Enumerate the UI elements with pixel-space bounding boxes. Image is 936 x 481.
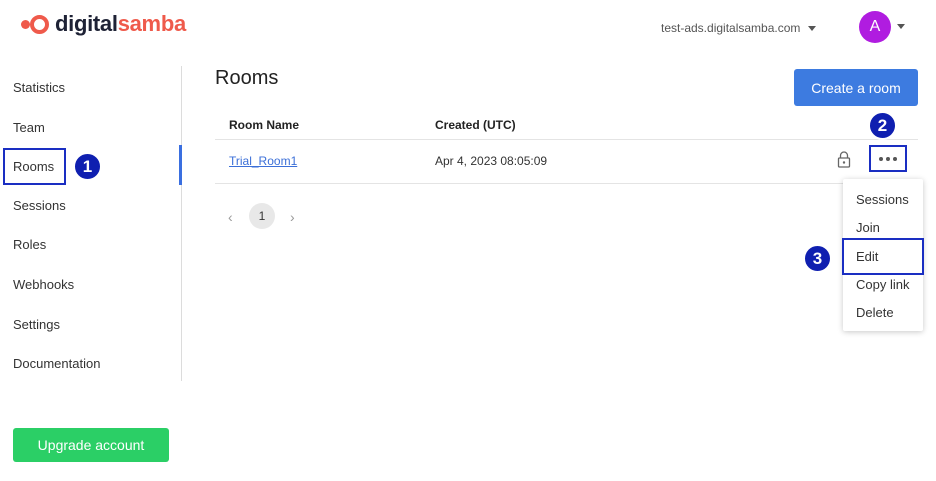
- row-actions-button[interactable]: [869, 145, 907, 172]
- page-title: Rooms: [215, 67, 279, 89]
- sidebar-item-statistics[interactable]: Statistics: [13, 80, 65, 95]
- sidebar-item-team[interactable]: Team: [13, 120, 45, 135]
- more-dots-icon: [879, 156, 883, 161]
- sidebar-item-webhooks[interactable]: Webhooks: [13, 277, 74, 292]
- sidebar-item-roles[interactable]: Roles: [13, 237, 46, 252]
- logo-text-part1: digital: [55, 11, 118, 36]
- menu-item-join[interactable]: Join: [856, 220, 880, 235]
- menu-item-sessions[interactable]: Sessions: [856, 192, 909, 207]
- pagination-prev[interactable]: ‹: [228, 209, 233, 225]
- logo-text: digitalsamba: [55, 11, 186, 37]
- chevron-down-icon: [808, 25, 817, 31]
- brand-logo[interactable]: digitalsamba: [20, 11, 186, 37]
- domain-selector[interactable]: test-ads.digitalsamba.com: [661, 21, 817, 35]
- avatar[interactable]: A: [859, 11, 891, 43]
- room-name-link[interactable]: Trial_Room1: [229, 154, 297, 168]
- step-badge-2: 2: [868, 111, 897, 140]
- logo-mark-icon: [20, 12, 52, 36]
- sidebar-item-sessions[interactable]: Sessions: [13, 198, 66, 213]
- column-header-room-name: Room Name: [229, 118, 300, 132]
- table-header-divider: [215, 139, 918, 140]
- chevron-down-icon[interactable]: [897, 24, 905, 29]
- edit-highlight-box: [842, 238, 924, 275]
- menu-item-copy-link[interactable]: Copy link: [856, 277, 909, 292]
- table-row-divider: [215, 183, 918, 184]
- sidebar: [0, 66, 182, 381]
- domain-label: test-ads.digitalsamba.com: [661, 21, 801, 35]
- sidebar-item-documentation[interactable]: Documentation: [13, 356, 100, 371]
- rooms-highlight-box: [3, 148, 66, 185]
- logo-text-part2: samba: [117, 11, 187, 36]
- pagination-next[interactable]: ›: [290, 209, 295, 225]
- room-created-date: Apr 4, 2023 08:05:09: [435, 154, 548, 168]
- lock-icon: [837, 151, 851, 168]
- step-badge-1: 1: [73, 152, 102, 181]
- step-badge-3: 3: [803, 244, 832, 273]
- menu-item-delete[interactable]: Delete: [856, 305, 894, 320]
- upgrade-account-button[interactable]: Upgrade account: [13, 428, 169, 462]
- pagination-page-1[interactable]: 1: [249, 203, 275, 229]
- create-room-button[interactable]: Create a room: [794, 69, 918, 106]
- sidebar-item-settings[interactable]: Settings: [13, 317, 60, 332]
- active-indicator: [179, 145, 182, 185]
- column-header-created: Created (UTC): [435, 118, 516, 132]
